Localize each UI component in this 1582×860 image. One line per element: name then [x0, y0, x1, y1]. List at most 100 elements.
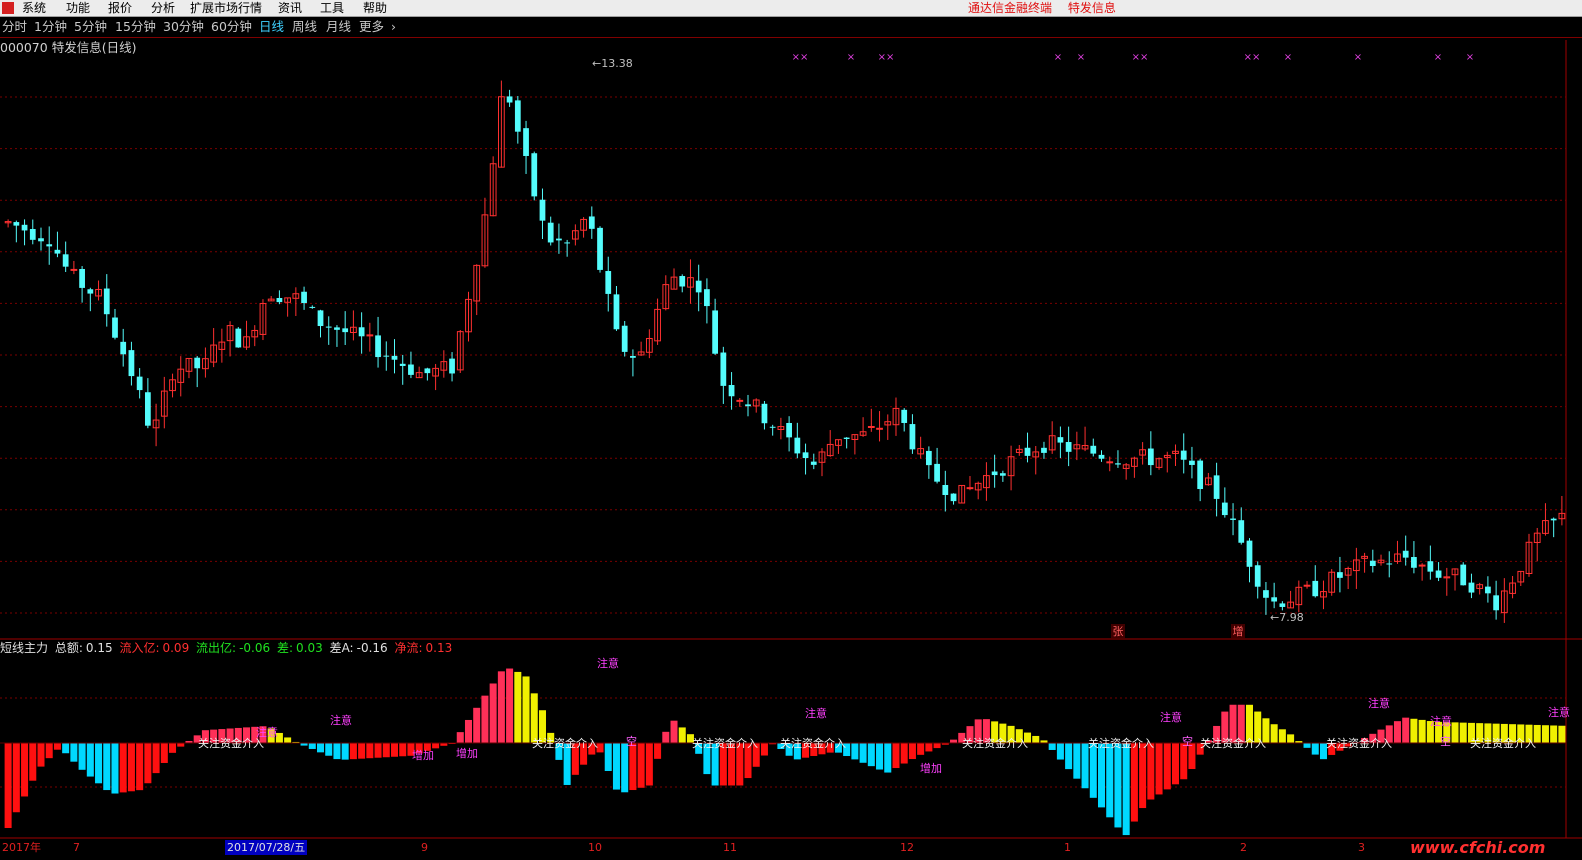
indicator-bar — [1459, 722, 1467, 743]
candle-body — [1238, 520, 1245, 543]
candle-body — [70, 268, 78, 271]
candle-body — [934, 463, 940, 482]
kline-chart[interactable]: ←13.38←7.98×× × ×× × × ×× ×× × × × ×张 增关注资金介入 关注资金介入… — [0, 0, 1582, 860]
indicator-bar — [1098, 743, 1106, 808]
signal-marker: × — [1054, 52, 1062, 63]
candle-body — [1418, 564, 1426, 567]
indicator-bar — [662, 731, 670, 743]
candle-body — [325, 326, 332, 328]
indicator-bar — [1550, 725, 1558, 743]
candle-body — [62, 254, 69, 267]
date-label: 2 — [1240, 841, 1247, 854]
signal-marker: × — [847, 52, 855, 63]
candle-body — [1337, 572, 1343, 578]
candle-body — [1189, 460, 1195, 465]
candle-body — [144, 392, 151, 426]
indicator-bar — [1287, 734, 1295, 743]
indicator-bar — [45, 743, 53, 759]
indicator-annotation: 关注资金介入 — [198, 736, 264, 750]
indicator-bar — [1155, 743, 1163, 795]
candle-body — [54, 249, 61, 254]
signal-marker: ×× — [878, 52, 895, 63]
indicator-bar — [917, 743, 925, 755]
indicator-bar — [670, 720, 678, 743]
signal-marker: × — [1354, 52, 1362, 63]
indicator-annotation: 注意 — [1160, 710, 1182, 724]
candle-body — [21, 224, 28, 231]
candle-body — [1230, 518, 1236, 520]
signal-marker: ×× — [1132, 52, 1149, 63]
indicator-bar — [119, 743, 127, 793]
candle-body — [1147, 448, 1154, 466]
candle-body — [794, 437, 801, 454]
indicator-bar — [1106, 743, 1114, 818]
candle-body — [1180, 450, 1187, 460]
candle-body — [375, 335, 381, 358]
indicator-bar — [908, 743, 916, 760]
indicator-bar — [1418, 719, 1426, 743]
date-cursor-label: 2017/07/28/五 — [225, 840, 308, 855]
indicator-annotation: 关注资金介入 — [1088, 736, 1154, 750]
candle-body — [1213, 475, 1220, 499]
candle-body — [786, 422, 792, 438]
indicator-name[interactable]: 短线主力 — [0, 641, 48, 655]
indicator-bar — [390, 743, 399, 757]
indicator-bar — [1114, 743, 1122, 828]
candle-body — [736, 399, 744, 402]
candle-body — [1493, 595, 1499, 611]
candle-body — [588, 216, 595, 229]
price-max-label: ←13.38 — [592, 57, 633, 70]
candle-body — [621, 325, 628, 352]
indicator-annotation: 增加 — [456, 746, 478, 760]
signal-marker: × — [1284, 52, 1292, 63]
indicator-bar — [950, 739, 958, 743]
candle-body — [605, 271, 612, 294]
indicator-annotation: 关注资金介入 — [962, 736, 1028, 750]
candle-body — [46, 244, 53, 247]
candle-body — [38, 238, 44, 242]
candle-body — [391, 355, 398, 360]
candle-body — [1197, 460, 1204, 490]
candle-body — [449, 358, 455, 374]
indicator-bar — [530, 693, 538, 743]
indicator-bar — [933, 743, 941, 749]
price-min-label: ←7.98 — [1270, 611, 1304, 624]
indicator-bar — [308, 743, 316, 749]
candle-body — [1435, 570, 1442, 578]
date-label: 3 — [1358, 841, 1365, 854]
candle-body — [901, 409, 908, 423]
signal-badge-label: 增 — [1233, 624, 1244, 638]
indicator-annotation: 增加 — [412, 748, 434, 762]
indicator-bar — [621, 743, 629, 793]
candle-body — [613, 294, 620, 330]
diffA-value: -0.16 — [356, 641, 388, 655]
candle-body — [556, 238, 562, 241]
candle-body — [1312, 580, 1319, 597]
candle-body — [342, 328, 349, 333]
indicator-annotation: 注意 — [1368, 696, 1390, 710]
candle-body — [1460, 564, 1467, 586]
indicator-bar — [95, 743, 103, 784]
indicator-annotation: 空 — [626, 734, 637, 748]
indicator-bar — [1270, 724, 1278, 743]
indicator-annotation: 注意 — [1548, 705, 1570, 719]
indicator-bar — [867, 743, 875, 767]
candle-body — [13, 222, 20, 226]
indicator-bar — [29, 743, 37, 781]
candle-body — [1115, 463, 1121, 465]
net-value: 0.13 — [425, 641, 453, 655]
indicator-annotation: 注意 — [1430, 714, 1452, 728]
candle-body — [399, 363, 406, 366]
indicator-bar — [678, 727, 686, 743]
indicator-bar — [1130, 743, 1138, 822]
candle-body — [630, 355, 636, 358]
indicator-bar — [152, 743, 160, 774]
date-label: 11 — [723, 841, 737, 854]
candle-body — [317, 310, 324, 327]
candle-body — [564, 242, 571, 244]
candle-body — [506, 96, 513, 103]
candle-body — [1106, 461, 1114, 464]
indicator-annotation: 注意 — [805, 706, 827, 720]
total-label: 总额: — [54, 641, 83, 655]
candle-body — [769, 426, 776, 428]
